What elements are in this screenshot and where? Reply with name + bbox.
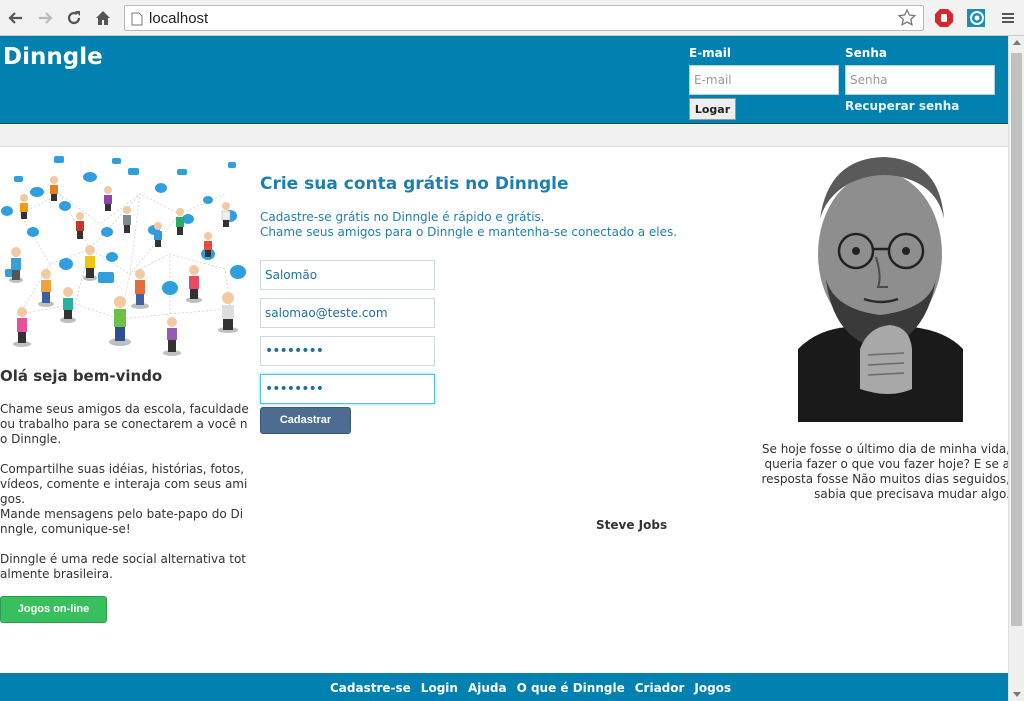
page-scrollbar[interactable] <box>1008 36 1024 701</box>
login-password-placeholder: Senha <box>850 73 888 87</box>
signup-title: Crie sua conta grátis no Dinngle <box>260 174 569 194</box>
login-email-input[interactable]: E-mail <box>689 65 839 95</box>
browser-toolbar: localhost <box>0 0 1024 36</box>
site-header: Dinngle E-mail E-mail Senha Senha Logar … <box>0 36 1008 124</box>
site-footer: Cadastre-se Login Ajuda O que é Dinngle … <box>0 673 1008 701</box>
footer-link-login[interactable]: Login <box>421 681 458 695</box>
login-password-input[interactable]: Senha <box>845 65 995 95</box>
page-icon <box>131 11 143 30</box>
footer-link-creator[interactable]: Criador <box>635 681 685 695</box>
home-icon[interactable] <box>91 6 115 30</box>
signup-description-line: Cadastre-se grátis no Dinngle é rápido e… <box>260 210 545 224</box>
forward-icon[interactable] <box>33 6 57 30</box>
scroll-down-arrow-icon[interactable] <box>1013 692 1021 697</box>
name-field[interactable]: Salomão <box>260 260 435 290</box>
footer-link-help[interactable]: Ajuda <box>468 681 507 695</box>
online-games-button[interactable]: Jogos on-line <box>0 596 107 623</box>
signup-description-line: Chame seus amigos para o Dinngle e mante… <box>260 225 678 239</box>
sub-navigation-bar <box>0 125 1008 147</box>
url-text: localhost <box>149 10 209 27</box>
adblock-icon[interactable] <box>933 7 955 29</box>
menu-icon[interactable] <box>997 7 1019 29</box>
footer-links: Cadastre-se Login Ajuda O que é Dinngle … <box>330 681 731 695</box>
back-icon[interactable] <box>4 6 28 30</box>
extension-icon[interactable] <box>965 7 987 29</box>
welcome-paragraph: Chame seus amigos da escola, faculdade o… <box>0 402 249 446</box>
welcome-paragraph: Dinngle é uma rede social alternativa to… <box>0 552 247 581</box>
welcome-paragraph: Compartilhe suas idéias, histórias, foto… <box>0 462 248 506</box>
login-button[interactable]: Logar <box>689 98 736 120</box>
email-label: E-mail <box>689 46 732 60</box>
password-field[interactable]: •••••••• <box>260 336 435 366</box>
welcome-paragraph: Mande mensagens pelo bate-papo do Dinngl… <box>0 507 244 536</box>
page-viewport: Dinngle E-mail E-mail Senha Senha Logar … <box>0 36 1008 701</box>
email-field[interactable]: salomao@teste.com <box>260 298 435 328</box>
confirm-password-field[interactable]: •••••••• <box>260 374 435 404</box>
footer-link-games[interactable]: Jogos <box>694 681 731 695</box>
quote-text: Se hoje fosse o último dia de minha vida… <box>761 442 1008 501</box>
address-bar[interactable]: localhost <box>124 5 924 31</box>
footer-link-about[interactable]: O que é Dinngle <box>517 681 625 695</box>
bookmark-star-icon[interactable] <box>897 8 917 32</box>
welcome-title: Olá seja bem-vindo <box>0 367 163 385</box>
password-label: Senha <box>845 46 887 60</box>
social-network-illustration <box>1 156 246 356</box>
quote-author: Steve Jobs <box>596 518 668 532</box>
scroll-up-arrow-icon[interactable] <box>1013 40 1021 45</box>
signup-submit-button[interactable]: Cadastrar <box>260 407 351 434</box>
recover-password-link[interactable]: Recuperar senha <box>845 99 959 113</box>
login-email-placeholder: E-mail <box>694 73 732 87</box>
site-logo[interactable]: Dinngle <box>3 44 103 70</box>
steve-jobs-portrait <box>798 149 963 422</box>
footer-link-signup[interactable]: Cadastre-se <box>330 681 411 695</box>
reload-icon[interactable] <box>62 6 86 30</box>
signup-description: Cadastre-se grátis no Dinngle é rápido e… <box>260 210 677 240</box>
scrollbar-thumb[interactable] <box>1011 53 1022 626</box>
